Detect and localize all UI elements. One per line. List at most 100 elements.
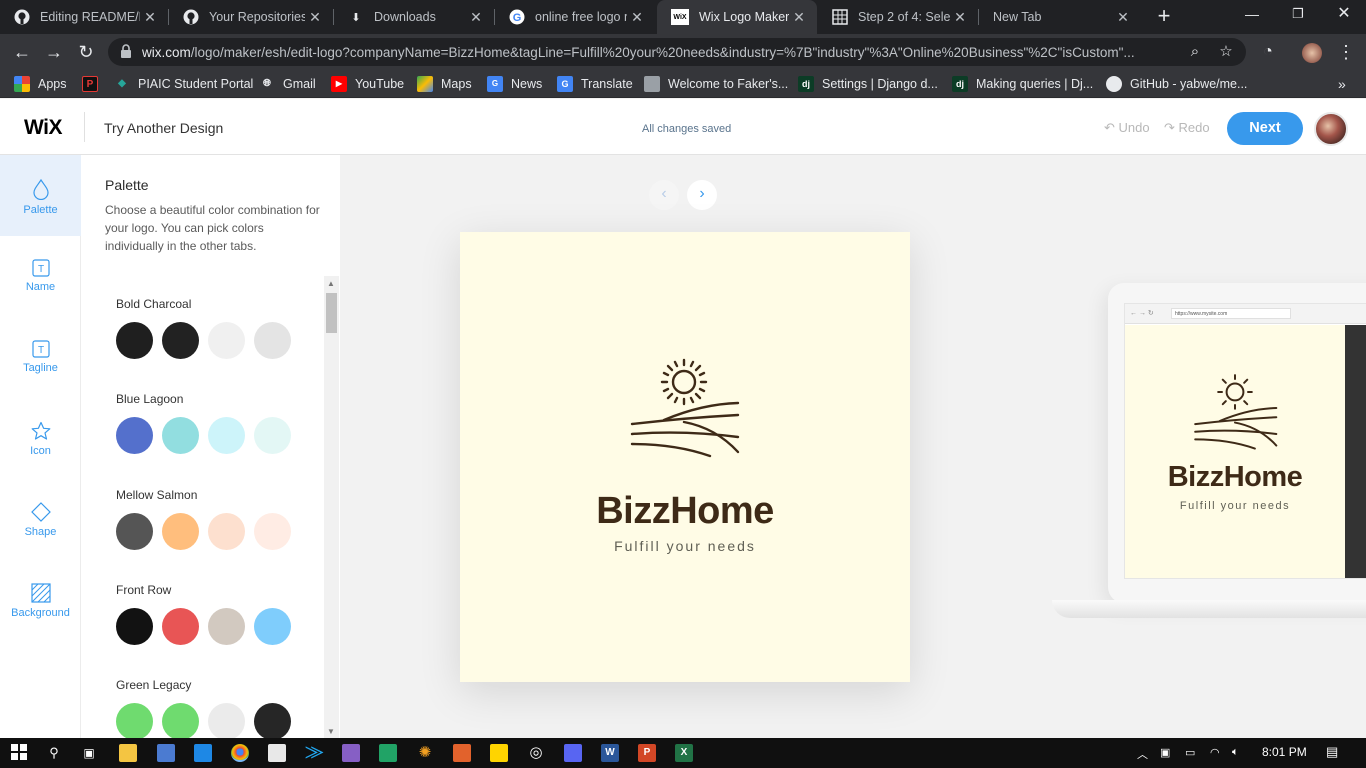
chrome-icon[interactable] (231, 744, 249, 762)
scroll-down-icon[interactable]: ▼ (327, 727, 335, 736)
browser-toolbar: ← → ↻ wix.com/logo/maker/esh/edit-logo?c… (0, 34, 1366, 70)
swatch-row (116, 322, 291, 359)
bookmarks-overflow-icon[interactable]: » (1338, 76, 1346, 92)
tab-shape[interactable]: Shape (0, 479, 81, 560)
bookmark-youtube[interactable]: ▶ YouTube (331, 76, 404, 92)
wix-logo[interactable]: WiX (24, 116, 62, 140)
tab-background[interactable]: Background (0, 560, 81, 641)
palette-option-blue-lagoon[interactable]: Blue Lagoon (116, 392, 291, 454)
tab-palette[interactable]: Palette (0, 155, 81, 236)
battery-icon[interactable]: ▭ (1185, 746, 1195, 759)
mail-icon[interactable] (268, 744, 286, 762)
app-icon[interactable] (379, 744, 397, 762)
bookmark-gmail[interactable]: 🌐︎ Gmail (259, 76, 316, 92)
palette-option-bold-charcoal[interactable]: Bold Charcoal (116, 297, 291, 359)
redo-button[interactable]: ↷ Redo (1164, 120, 1210, 136)
tab-tagline[interactable]: T Tagline (0, 317, 81, 398)
app-icon[interactable] (453, 744, 471, 762)
address-bar[interactable]: wix.com/logo/maker/esh/edit-logo?company… (108, 38, 1246, 66)
next-design-button[interactable]: › (687, 180, 717, 210)
bookmark-news[interactable]: G News (487, 76, 542, 92)
forward-icon[interactable]: → (42, 40, 66, 64)
zoom-icon[interactable]: ⌕ (1185, 42, 1205, 62)
new-tab-button[interactable]: + (1152, 5, 1176, 29)
close-icon[interactable]: ✕ (305, 9, 325, 26)
logo-preview[interactable]: BizzHome Fulfill your needs (460, 232, 910, 682)
tab-wix-logo-maker[interactable]: WiX Wix Logo Maker ✕ (657, 0, 817, 34)
windows-start-icon[interactable] (10, 744, 28, 762)
bookmark-django-settings[interactable]: dj Settings | Django d... (798, 76, 938, 92)
try-another-design-link[interactable]: Try Another Design (104, 120, 223, 136)
word-icon[interactable]: W (601, 744, 619, 762)
tab-new-tab[interactable]: New Tab ✕ (979, 0, 1141, 34)
restore-button[interactable]: ❐ (1275, 0, 1321, 30)
previous-design-button[interactable]: ‹ (649, 180, 679, 210)
minimize-button[interactable]: — (1229, 0, 1275, 30)
hatched-square-icon (30, 583, 51, 603)
palette-option-mellow-salmon[interactable]: Mellow Salmon (116, 488, 291, 550)
color-swatch (116, 322, 153, 359)
app-icon[interactable] (194, 744, 212, 762)
grid-icon (832, 9, 848, 25)
profile-avatar-small[interactable] (1300, 40, 1324, 64)
task-view-icon[interactable]: ▣ (80, 744, 98, 762)
tray-chevron-icon[interactable]: ︿ (1137, 746, 1148, 762)
tab-editing-readme[interactable]: Editing README/R ✕ (0, 0, 168, 34)
redo-icon: ↷ (1164, 120, 1175, 135)
notifications-icon[interactable]: ▤ (1326, 744, 1338, 760)
sticky-notes-icon[interactable] (490, 744, 508, 762)
app-icon[interactable]: ✺ (416, 744, 434, 762)
bookmark-translate[interactable]: G Translate (557, 76, 633, 92)
bookmark-github[interactable]: GitHub - yabwe/me... (1106, 76, 1247, 92)
close-icon[interactable]: ✕ (140, 9, 160, 26)
visual-studio-icon[interactable] (342, 744, 360, 762)
next-button[interactable]: Next (1227, 112, 1303, 145)
tab-icon[interactable]: Icon (0, 398, 81, 479)
bookmark-p[interactable]: P (82, 76, 106, 92)
swatch-row (116, 608, 291, 645)
tab-name[interactable]: T Name (0, 236, 81, 317)
bookmark-maps[interactable]: Maps (417, 76, 472, 92)
avatar[interactable] (1314, 112, 1348, 146)
app-icon[interactable] (157, 744, 175, 762)
tray-app-icon[interactable]: ▣ (1160, 746, 1170, 759)
bookmark-django-queries[interactable]: dj Making queries | Dj... (952, 76, 1093, 92)
bookmark-apps[interactable]: Apps (14, 76, 67, 92)
wifi-icon[interactable]: ◠ (1210, 746, 1220, 759)
close-icon[interactable]: ✕ (1113, 9, 1133, 26)
logo-canvas: ‹ › BizzHome Fulfill your needs ← → ↻ ht… (340, 155, 1366, 738)
powerpoint-icon[interactable]: P (638, 744, 656, 762)
app-icon[interactable]: ◎ (527, 744, 545, 762)
scrollbar-thumb[interactable] (326, 293, 337, 333)
palette-option-green-legacy[interactable]: Green Legacy (116, 678, 291, 738)
close-icon[interactable]: ✕ (789, 9, 809, 26)
close-window-button[interactable]: ✕ (1321, 0, 1366, 30)
tab-downloads[interactable]: ⬇ Downloads ✕ (334, 0, 494, 34)
palette-scrollbar[interactable]: ▲ ▼ (324, 276, 339, 738)
bookmark-star-icon[interactable]: ☆ (1216, 42, 1236, 62)
excel-icon[interactable]: X (675, 744, 693, 762)
bookmark-faker[interactable]: Welcome to Faker's... (644, 76, 788, 92)
close-icon[interactable]: ✕ (466, 9, 486, 26)
clock[interactable]: 8:01 PM (1262, 745, 1307, 759)
color-swatch (116, 417, 153, 454)
back-icon[interactable]: ← (10, 40, 34, 64)
discord-icon[interactable] (564, 744, 582, 762)
tab-your-repositories[interactable]: Your Repositories ✕ (169, 0, 333, 34)
vscode-icon[interactable]: ⨠ (305, 744, 324, 762)
close-icon[interactable]: ✕ (950, 9, 970, 26)
tab-online-free-logo[interactable]: G online free logo m ✕ (495, 0, 655, 34)
file-explorer-icon[interactable] (119, 744, 137, 762)
undo-button[interactable]: ↶ Undo (1104, 120, 1150, 136)
bookmark-piaic[interactable]: ◆ PIAIC Student Portal (114, 76, 253, 92)
github-icon (14, 9, 30, 25)
volume-icon[interactable]: 🔈︎ (1232, 746, 1239, 759)
search-icon[interactable]: ⚲ (45, 744, 63, 762)
palette-option-front-row[interactable]: Front Row (116, 583, 291, 645)
tab-step-2-of-4[interactable]: Step 2 of 4: Select ✕ (818, 0, 978, 34)
menu-icon[interactable]: ⋮ (1334, 40, 1358, 64)
scroll-up-icon[interactable]: ▲ (327, 279, 335, 288)
extension-icon[interactable]: ◔ (1256, 40, 1280, 64)
close-icon[interactable]: ✕ (627, 9, 647, 26)
reload-icon[interactable]: ↻ (74, 40, 98, 64)
